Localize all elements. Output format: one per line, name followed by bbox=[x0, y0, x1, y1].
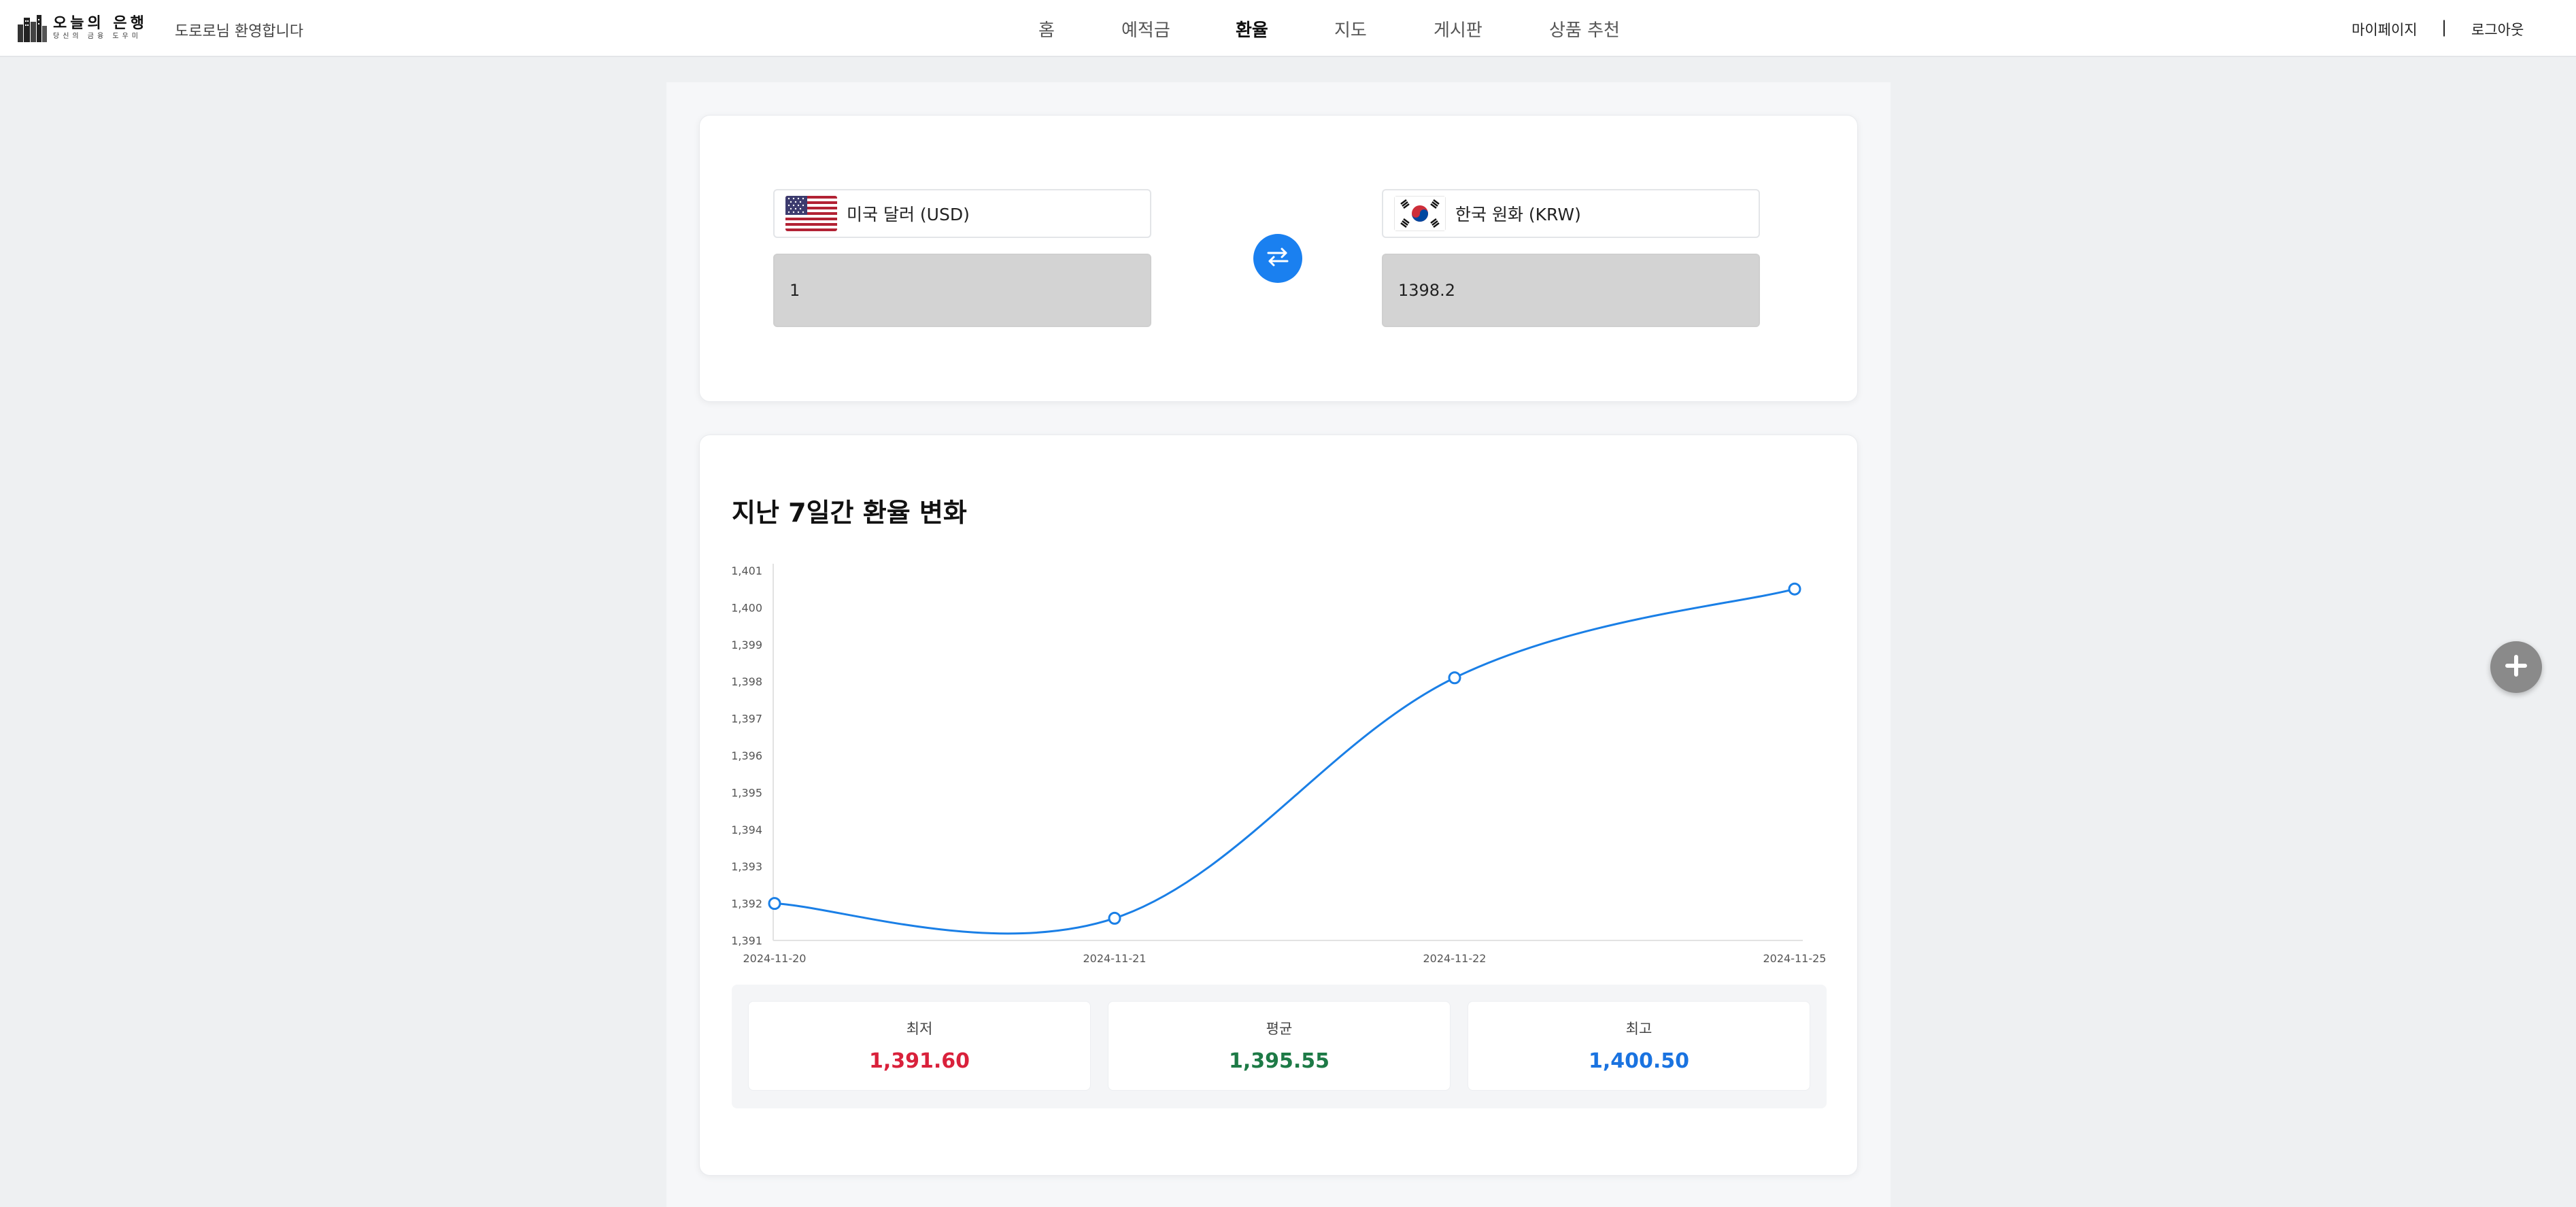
y-tick-label: 1,400 bbox=[731, 601, 762, 614]
nav-board[interactable]: 게시판 bbox=[1434, 16, 1482, 41]
y-tick-label: 1,392 bbox=[731, 898, 762, 911]
y-tick-label: 1,401 bbox=[731, 564, 762, 577]
to-currency-select[interactable]: 한국 원화 (KRW) bbox=[1382, 189, 1760, 238]
logout-link[interactable]: 로그아웃 bbox=[2471, 19, 2524, 39]
stat-avg-value: 1,395.55 bbox=[1228, 1049, 1330, 1073]
y-tick-label: 1,396 bbox=[731, 749, 762, 762]
data-point[interactable] bbox=[1108, 911, 1121, 925]
rate-line-chart: 1,391 1,392 1,393 1,394 1,395 1,396 1,397 1,398… bbox=[731, 564, 1827, 965]
x-tick-label: 2024-11-22 bbox=[1423, 952, 1487, 965]
logo-title: 오늘의 은행 bbox=[53, 15, 148, 32]
top-header: 오늘의 은행 당신의 금융 도우미 도로로님 환영합니다 홈 예적금 환율 지도… bbox=[0, 0, 2576, 57]
nav-map[interactable]: 지도 bbox=[1334, 16, 1367, 41]
stat-min-label: 최저 bbox=[906, 1021, 933, 1037]
stat-max-value: 1,400.50 bbox=[1588, 1049, 1690, 1073]
x-tick-label: 2024-11-20 bbox=[743, 952, 807, 965]
data-point[interactable] bbox=[768, 897, 781, 911]
mypage-link[interactable]: 마이페이지 bbox=[2352, 19, 2418, 39]
header-separator: | bbox=[2441, 18, 2447, 37]
from-currency-select[interactable]: 미국 달러 (USD) bbox=[773, 189, 1151, 238]
y-tick-label: 1,398 bbox=[731, 675, 762, 688]
building-logo-icon bbox=[16, 14, 48, 42]
nav-exchange[interactable]: 환율 bbox=[1236, 16, 1268, 41]
swap-arrows-icon bbox=[1264, 243, 1291, 273]
logo-subtitle: 당신의 금융 도우미 bbox=[53, 33, 141, 40]
stat-min: 최저 1,391.60 bbox=[748, 1001, 1091, 1091]
to-amount-input[interactable] bbox=[1382, 254, 1760, 327]
y-tick-label: 1,394 bbox=[731, 823, 762, 836]
stat-max: 최고 1,400.50 bbox=[1468, 1001, 1810, 1091]
stat-avg: 평균 1,395.55 bbox=[1108, 1001, 1451, 1091]
plus-icon bbox=[2504, 653, 2528, 681]
y-tick-label: 1,395 bbox=[731, 786, 762, 799]
converter-card: 미국 달러 (USD) 1 한국 원화 (KRW) 1398.2 bbox=[699, 115, 1858, 402]
from-currency-label: 미국 달러 (USD) bbox=[847, 205, 970, 224]
nav-savings[interactable]: 예적금 bbox=[1121, 16, 1170, 41]
floating-add-button[interactable] bbox=[2490, 641, 2542, 693]
x-tick-label: 2024-11-25 bbox=[1763, 952, 1827, 965]
chart-card: 지난 7일간 환율 변화 1,391 1,392 1,393 1,394 1,395 1,… bbox=[699, 435, 1858, 1176]
stat-avg-label: 평균 bbox=[1266, 1021, 1293, 1037]
nav-recommend[interactable]: 상품 추천 bbox=[1549, 16, 1620, 41]
y-tick-label: 1,391 bbox=[731, 934, 762, 947]
stats-panel: 최저 1,391.60 평균 1,395.55 최고 1,400.50 bbox=[732, 985, 1827, 1108]
series-line bbox=[774, 588, 1795, 935]
swap-button[interactable] bbox=[1253, 234, 1302, 283]
stat-min-value: 1,391.60 bbox=[868, 1049, 970, 1073]
kr-flag-icon bbox=[1394, 196, 1446, 231]
data-point[interactable] bbox=[1788, 582, 1801, 596]
from-amount-input[interactable] bbox=[773, 254, 1151, 327]
y-tick-label: 1,397 bbox=[731, 713, 762, 726]
main-column: 미국 달러 (USD) 1 한국 원화 (KRW) 1398.2 지난 7일간 … bbox=[666, 82, 1891, 1207]
y-tick-label: 1,399 bbox=[731, 639, 762, 651]
y-tick-label: 1,393 bbox=[731, 860, 762, 873]
stat-max-label: 최고 bbox=[1625, 1021, 1653, 1037]
nav-home[interactable]: 홈 bbox=[1038, 16, 1055, 41]
x-tick-label: 2024-11-21 bbox=[1083, 952, 1147, 965]
welcome-text: 도로로님 환영합니다 bbox=[175, 23, 304, 40]
logo[interactable]: 오늘의 은행 당신의 금융 도우미 bbox=[16, 10, 148, 46]
to-currency-label: 한국 원화 (KRW) bbox=[1455, 205, 1581, 224]
us-flag-icon bbox=[785, 196, 837, 231]
data-point[interactable] bbox=[1448, 671, 1461, 685]
